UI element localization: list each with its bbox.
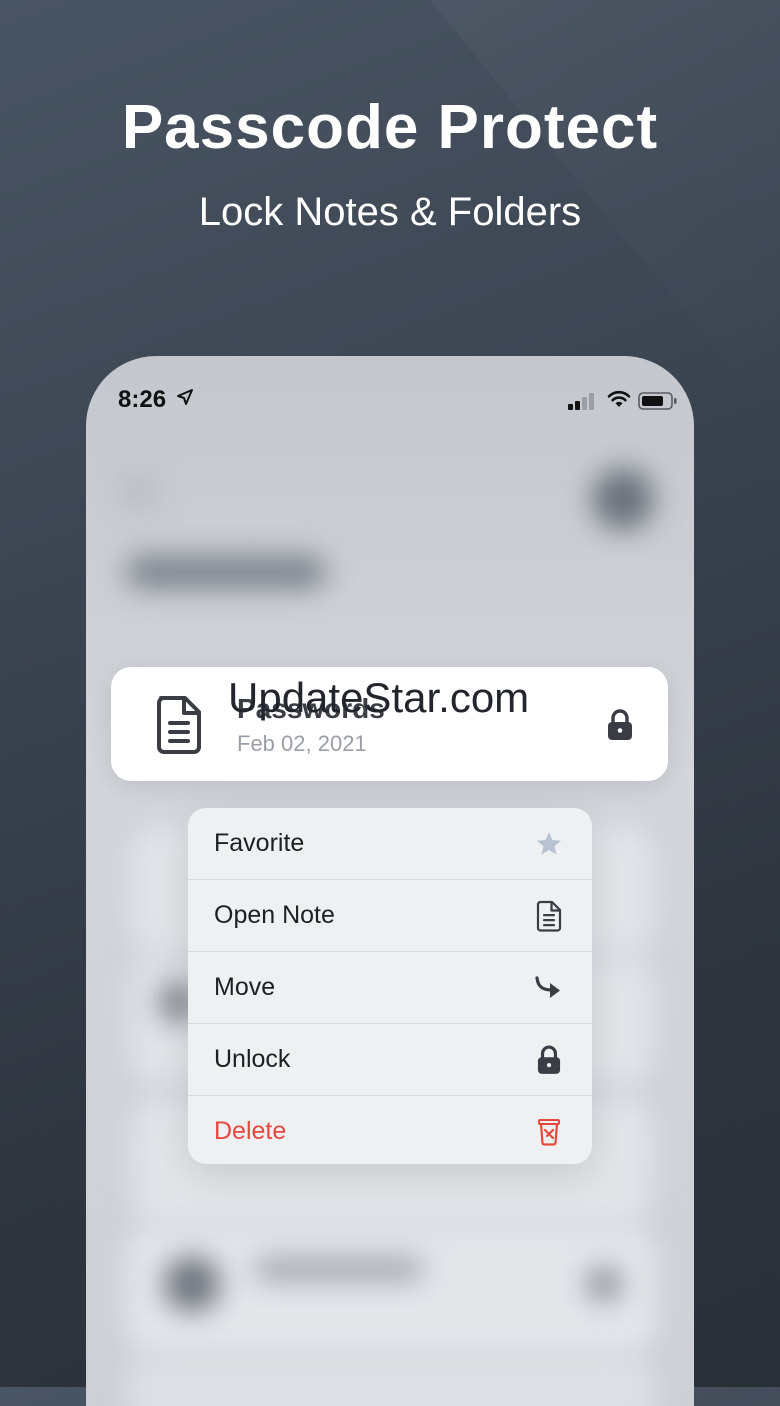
trash-icon	[532, 1115, 566, 1149]
cellular-signal-icon	[568, 393, 594, 410]
menu-item-label: Open Note	[214, 901, 335, 929]
blurred-note-card	[126, 1356, 656, 1406]
location-arrow-icon	[177, 389, 193, 405]
battery-icon	[638, 392, 677, 410]
blurred-icon	[586, 1266, 622, 1302]
menu-item-label: Delete	[214, 1117, 287, 1145]
context-menu: Favorite Open Note Move Unlock Delete	[188, 808, 592, 1164]
note-date: Feb 02, 2021	[237, 731, 367, 756]
menu-item-favorite[interactable]: Favorite	[188, 808, 592, 880]
watermark-text: UpdateStar.com	[228, 674, 530, 721]
blurred-heading	[126, 556, 326, 588]
menu-item-label: Move	[214, 973, 276, 1001]
wifi-icon	[607, 390, 631, 407]
menu-item-move[interactable]: Move	[188, 952, 592, 1024]
star-icon	[532, 827, 566, 861]
menu-item-open-note[interactable]: Open Note	[188, 880, 592, 952]
blurred-avatar	[592, 468, 654, 530]
menu-item-label: Favorite	[214, 829, 305, 857]
menu-item-delete[interactable]: Delete	[188, 1096, 592, 1164]
move-arrow-icon	[532, 971, 566, 1005]
blurred-text	[254, 1258, 424, 1280]
blurred-icon	[164, 1256, 220, 1312]
hero-title: Passcode Protect	[121, 93, 659, 162]
document-icon	[532, 899, 566, 933]
lock-icon	[532, 1043, 566, 1077]
menu-item-unlock[interactable]: Unlock	[188, 1024, 592, 1096]
hero-subtitle: Lock Notes & Folders	[198, 190, 582, 234]
document-icon	[157, 696, 201, 754]
menu-item-label: Unlock	[214, 1045, 291, 1073]
blurred-back-button	[122, 474, 156, 508]
lock-icon	[608, 709, 632, 740]
status-time: 8:26	[118, 386, 167, 413]
